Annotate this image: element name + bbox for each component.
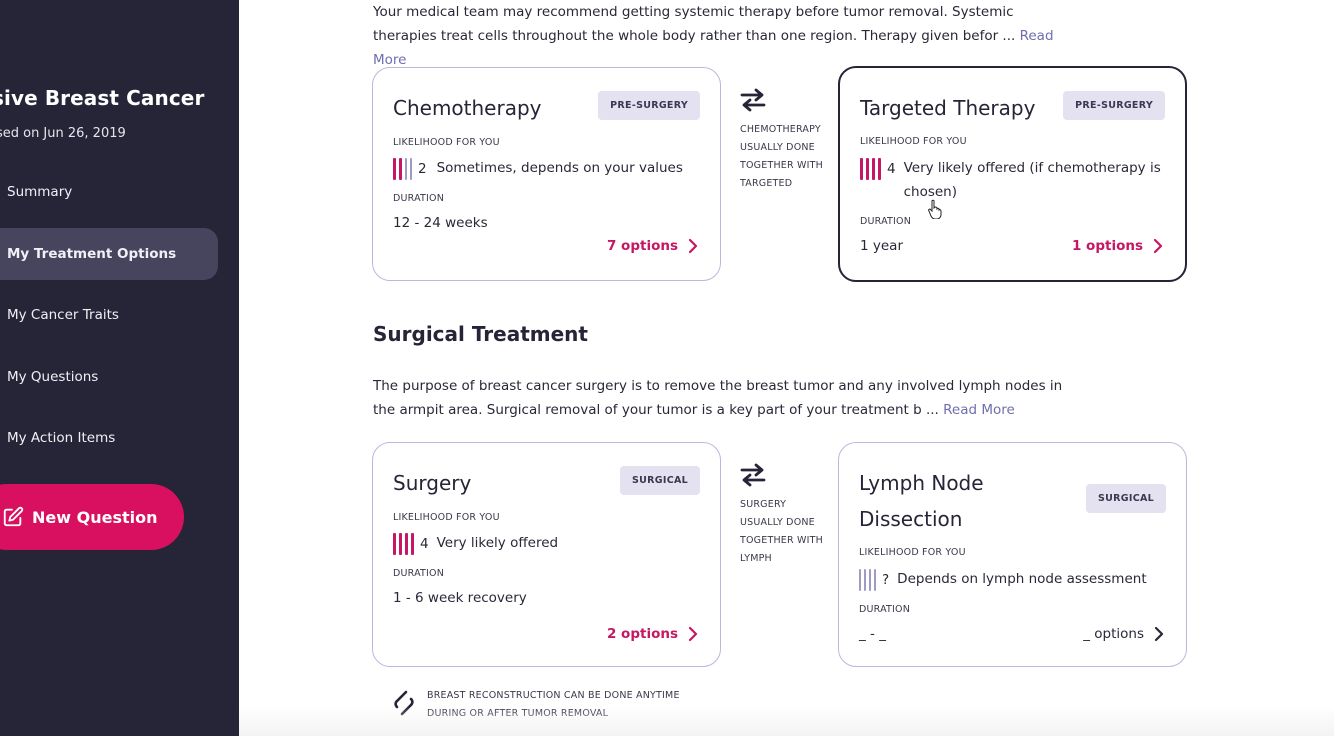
- meter-bar-filled: [399, 158, 402, 180]
- likelihood-value: ?: [882, 572, 890, 588]
- phase-badge: SURGICAL: [1086, 484, 1166, 513]
- chevron-right-icon: [1154, 626, 1164, 642]
- options-count: 2 options: [606, 626, 678, 642]
- meter-bar-filled: [878, 158, 881, 180]
- swap-arrows-icon: [740, 88, 766, 112]
- meter-bar-empty: [405, 158, 407, 180]
- options-count: 7 options: [606, 238, 678, 254]
- card-title: Chemotherapy: [393, 96, 542, 120]
- diagnosis-date: osed on Jun 26, 2019: [0, 126, 126, 141]
- surgical-intro: The purpose of breast cancer surgery is …: [373, 374, 1073, 422]
- surgical-read-more-link[interactable]: Read More: [943, 402, 1015, 418]
- phase-badge: PRE-SURGERY: [598, 91, 700, 120]
- systemic-intro-text: Your medical team may recommend getting …: [373, 4, 1016, 44]
- options-link[interactable]: 2 options: [607, 626, 698, 642]
- scroll-fade: [239, 706, 1334, 736]
- likelihood-value: 4: [420, 536, 429, 552]
- likelihood-label: LIKELIHOOD FOR YOU: [859, 547, 966, 558]
- meter-bar-filled: [866, 158, 869, 180]
- options-link[interactable]: _ options: [1083, 626, 1164, 642]
- meter-bar-empty: [864, 569, 866, 591]
- nav-item-my-cancer-traits[interactable]: My Cancer Traits: [0, 289, 218, 341]
- likelihood-label: LIKELIHOOD FOR YOU: [393, 137, 500, 148]
- diagnosis-title: sive Breast Cancer: [0, 86, 205, 110]
- combination-note: CHEMOTHERAPY USUALLY DONE TOGETHER WITH …: [740, 124, 823, 189]
- meter-bar-empty: [859, 569, 861, 591]
- duration-value: 1 - 6 week recovery: [393, 590, 527, 606]
- card-title: Surgery: [393, 471, 472, 495]
- likelihood-meter: [393, 158, 412, 180]
- likelihood-text: Depends on lymph node assessment: [897, 571, 1147, 587]
- meter-bar-empty: [869, 569, 871, 591]
- duration-label: DURATION: [393, 193, 445, 204]
- meter-bar-filled: [872, 158, 875, 180]
- options-link[interactable]: 1 options: [1072, 238, 1163, 254]
- phase-badge: PRE-SURGERY: [1063, 91, 1165, 120]
- likelihood-label: LIKELIHOOD FOR YOU: [860, 136, 967, 147]
- systemic-intro: Your medical team may recommend getting …: [373, 0, 1073, 72]
- likelihood-row: ? Depends on lymph node assessment: [859, 567, 1147, 593]
- sidebar: sive Breast Cancer osed on Jun 26, 2019 …: [0, 0, 239, 736]
- treatment-card-chemotherapy[interactable]: Chemotherapy PRE-SURGERY LIKELIHOOD FOR …: [372, 67, 721, 281]
- meter-bar-empty: [874, 569, 876, 591]
- section-title-surgical: Surgical Treatment: [373, 322, 588, 346]
- nav-item-summary[interactable]: Summary: [0, 166, 218, 218]
- meter-bar-filled: [393, 158, 396, 180]
- likelihood-label: LIKELIHOOD FOR YOU: [393, 512, 500, 523]
- chevron-right-icon: [1153, 238, 1163, 254]
- meter-bar-filled: [411, 533, 414, 555]
- hand-pointer-cursor-icon: [928, 199, 942, 219]
- likelihood-value: 4: [887, 161, 896, 177]
- meter-bar-filled: [393, 533, 396, 555]
- likelihood-row: 2 Sometimes, depends on your values: [393, 156, 683, 182]
- chevron-right-icon: [688, 626, 698, 642]
- nav-item-my-treatment-options[interactable]: My Treatment Options: [0, 228, 218, 280]
- nav-item-my-action-items[interactable]: My Action Items: [0, 412, 218, 464]
- card-title: Lymph Node Dissection: [859, 471, 984, 531]
- likelihood-meter: [393, 533, 414, 555]
- likelihood-text: Very likely offered: [436, 535, 559, 551]
- chevron-right-icon: [688, 238, 698, 254]
- swap-arrows-icon: [740, 463, 766, 487]
- treatment-card-surgery[interactable]: Surgery SURGICAL LIKELIHOOD FOR YOU 4 Ve…: [372, 442, 721, 667]
- meter-bar-filled: [405, 533, 408, 555]
- duration-label: DURATION: [860, 216, 912, 227]
- options-count: 1 options: [1071, 238, 1143, 254]
- treatment-card-targeted-therapy[interactable]: Targeted Therapy PRE-SURGERY LIKELIHOOD …: [838, 66, 1187, 282]
- new-question-button[interactable]: New Question: [0, 484, 184, 550]
- likelihood-value: 2: [418, 161, 427, 177]
- new-question-label: New Question: [32, 507, 158, 527]
- duration-label: DURATION: [859, 604, 911, 615]
- meter-bar-filled: [399, 533, 402, 555]
- treatment-card-lymph-node-dissection[interactable]: Lymph Node Dissection SURGICAL LIKELIHOO…: [838, 442, 1187, 667]
- duration-label: DURATION: [393, 568, 445, 579]
- likelihood-meter: [860, 158, 881, 180]
- likelihood-row: 4 Very likely offered: [393, 531, 558, 557]
- likelihood-text: Very likely offered (if chemotherapy is …: [903, 160, 1161, 200]
- likelihood-text: Sometimes, depends on your values: [436, 160, 683, 176]
- duration-value: _ - _: [859, 626, 886, 642]
- duration-value: 12 - 24 weeks: [393, 215, 488, 231]
- likelihood-row: 4 Very likely offered (if chemotherapy i…: [860, 156, 1170, 204]
- card-title: Targeted Therapy: [860, 96, 1036, 120]
- options-count: _ options: [1083, 626, 1144, 642]
- likelihood-meter: [859, 569, 876, 591]
- combination-note: SURGERY USUALLY DONE TOGETHER WITH LYMPH: [740, 499, 823, 564]
- nav-item-my-questions[interactable]: My Questions: [0, 351, 218, 403]
- duration-value: 1 year: [860, 238, 903, 254]
- phase-badge: SURGICAL: [620, 466, 700, 495]
- edit-icon: [3, 506, 24, 527]
- options-link[interactable]: 7 options: [607, 238, 698, 254]
- meter-bar-filled: [860, 158, 863, 180]
- meter-bar-empty: [410, 158, 412, 180]
